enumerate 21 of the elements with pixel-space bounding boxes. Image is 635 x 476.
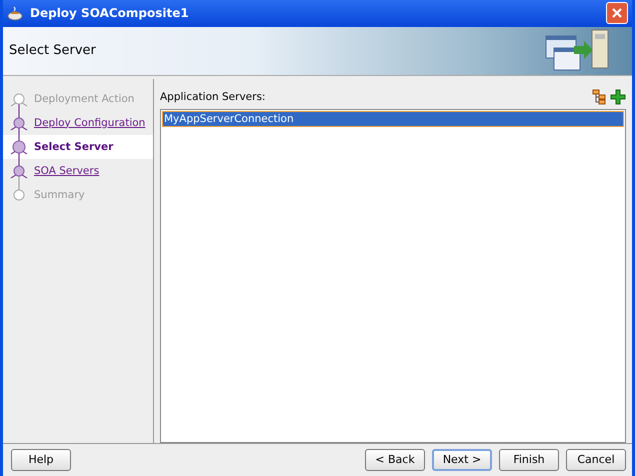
wizard-step[interactable]: SOA Servers	[3, 158, 153, 183]
close-button[interactable]	[606, 2, 628, 24]
window-title: Deploy SOAComposite1	[30, 6, 190, 20]
step-marker-icon	[9, 110, 29, 135]
step-marker-icon	[9, 158, 29, 183]
hierarchy-icon[interactable]	[592, 88, 606, 105]
wizard-button[interactable]: Finish	[499, 448, 559, 471]
wizard-button[interactable]: Next >	[432, 448, 492, 471]
add-icon[interactable]	[610, 88, 626, 105]
wizard-button[interactable]: < Back	[365, 448, 425, 471]
close-icon	[611, 7, 623, 20]
wizard-step[interactable]: Deploy Configuration	[3, 110, 153, 135]
list-label: Application Servers:	[160, 90, 266, 103]
wizard-button[interactable]: Cancel	[566, 448, 626, 471]
step-marker-icon	[9, 134, 29, 159]
list-item[interactable]: MyAppServerConnection	[162, 110, 624, 127]
server-list[interactable]: MyAppServerConnection	[160, 108, 626, 443]
help-button[interactable]: Help	[11, 448, 71, 471]
page-title: Select Server	[9, 43, 96, 58]
wizard-step[interactable]: Select Server	[3, 134, 153, 159]
coffee-cup-icon	[7, 5, 25, 22]
